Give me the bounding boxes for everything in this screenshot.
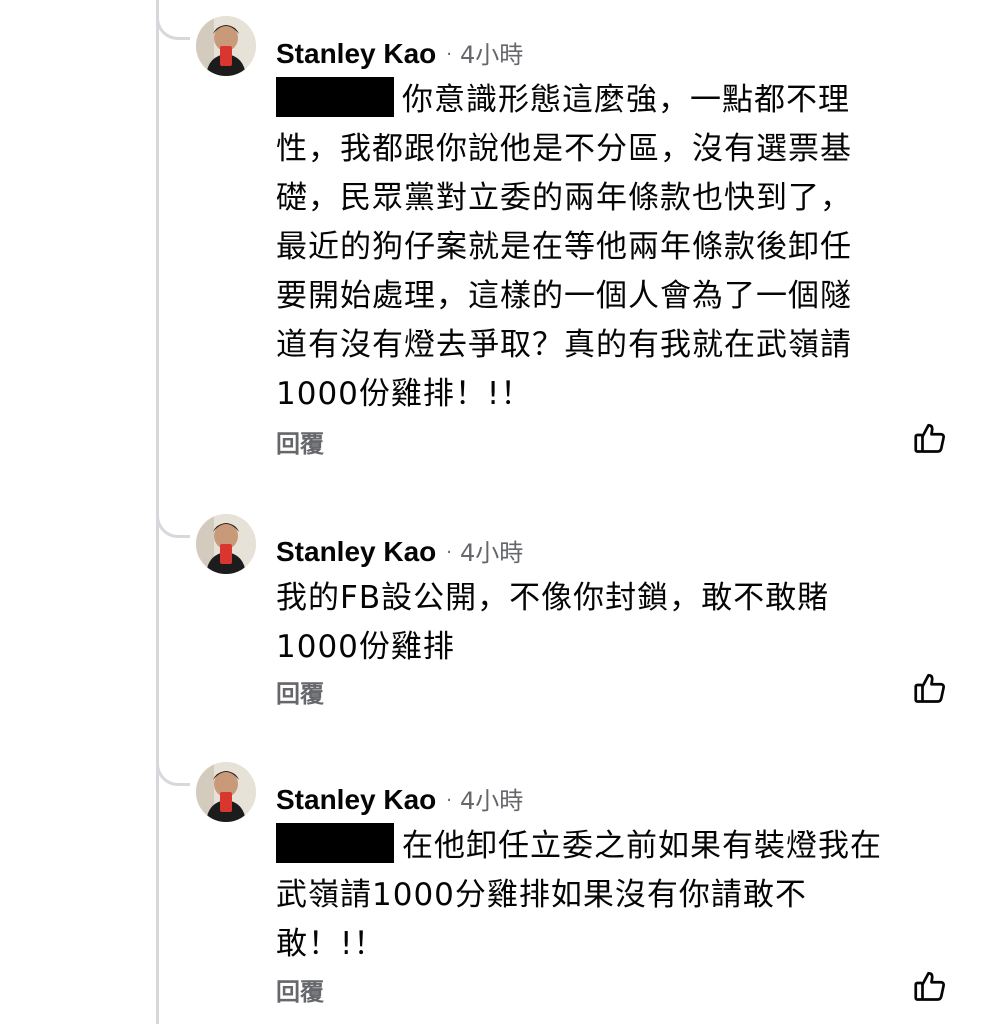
comment-line: 在他卸任立委之前如果有裝燈我在 (276, 822, 946, 871)
redacted-name (276, 77, 394, 117)
comment-header: Stanley Kao · 4小時 (276, 532, 523, 572)
thread-connector (156, 760, 190, 786)
thread-connector (156, 512, 190, 538)
avatar[interactable] (196, 762, 256, 822)
thumbs-up-icon[interactable] (912, 420, 948, 456)
comment-text: 我的FB設公開，不像你封鎖，敢不敢賭 1000份雞排 (276, 574, 946, 672)
comment-line: 礎，民眾黨對立委的兩年條款也快到了， (276, 180, 852, 216)
comment: Stanley Kao · 4小時 我的FB設公開，不像你封鎖，敢不敢賭 1000份… (196, 514, 956, 714)
comment-line: 敢！!！ (276, 926, 386, 962)
comment-line: 要開始處理，這樣的一個人會為了一個隧 (276, 278, 852, 314)
thumbs-up-icon[interactable] (912, 968, 948, 1004)
avatar[interactable] (196, 514, 256, 574)
timestamp[interactable]: 4小時 (460, 41, 523, 69)
thumbs-up-icon[interactable] (912, 670, 948, 706)
comment-line: 你意識形態這麼強，一點都不理 (276, 76, 946, 125)
redacted-name (276, 823, 394, 863)
avatar-image (196, 16, 256, 76)
separator-dot: · (446, 542, 453, 563)
author-name[interactable]: Stanley Kao (276, 536, 436, 567)
comment-header: Stanley Kao · 4小時 (276, 34, 523, 74)
reply-button[interactable]: 回覆 (276, 674, 324, 709)
comment-line: 最近的狗仔案就是在等他兩年條款後卸任 (276, 229, 852, 265)
timestamp[interactable]: 4小時 (460, 787, 523, 815)
comment-line: 1000份雞排 (276, 629, 455, 665)
author-name[interactable]: Stanley Kao (276, 38, 436, 69)
comment-text: 在他卸任立委之前如果有裝燈我在 武嶺請1000分雞排如果沒有你請敢不 敢！!！ (276, 822, 946, 969)
comment-header: Stanley Kao · 4小時 (276, 780, 523, 820)
comment-line: 道有沒有燈去爭取？真的有我就在武嶺請 (276, 327, 852, 363)
comment-line: 武嶺請1000分雞排如果沒有你請敢不 (276, 877, 807, 913)
thread-connector (156, 14, 190, 40)
comment: Stanley Kao · 4小時 你意識形態這麼強，一點都不理 性，我都跟你說他是… (196, 16, 956, 459)
comment: Stanley Kao · 4小時 在他卸任立委之前如果有裝燈我在 武嶺請1000分… (196, 762, 956, 1012)
comment-line: 我的FB設公開，不像你封鎖，敢不敢賭 (276, 580, 830, 616)
timestamp[interactable]: 4小時 (460, 539, 523, 567)
comment-line: 1000份雞排！!！ (276, 376, 533, 412)
avatar-image (196, 762, 256, 822)
author-name[interactable]: Stanley Kao (276, 784, 436, 815)
reply-button[interactable]: 回覆 (276, 972, 324, 1007)
separator-dot: · (446, 44, 453, 65)
avatar-image (196, 514, 256, 574)
reply-button[interactable]: 回覆 (276, 424, 324, 459)
avatar[interactable] (196, 16, 256, 76)
comment-text: 你意識形態這麼強，一點都不理 性，我都跟你說他是不分區，沒有選票基 礎，民眾黨對… (276, 76, 946, 419)
comment-line: 性，我都跟你說他是不分區，沒有選票基 (276, 131, 852, 167)
separator-dot: · (446, 790, 453, 811)
